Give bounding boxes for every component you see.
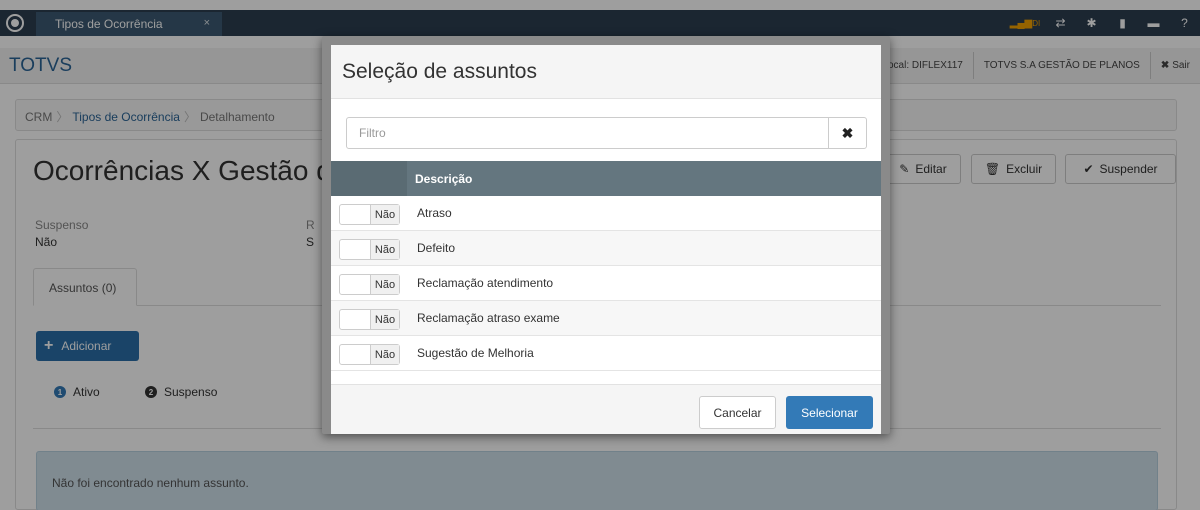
select-button[interactable]: Selecionar [786,396,873,429]
description-column-header[interactable]: Descrição [415,172,472,186]
select-toggle[interactable]: Não [339,274,400,295]
select-toggle[interactable]: Não [339,204,400,225]
clear-filter-icon[interactable]: ✖ [828,118,866,148]
cancel-button[interactable]: Cancelar [699,396,776,429]
subject-selection-modal: Seleção de assuntos ✖ Descrição Não Atra… [322,36,890,434]
grid-row[interactable]: Não Reclamação atendimento [331,266,881,301]
toggle-label: Não [370,205,399,224]
row-description: Atraso [417,206,452,220]
toggle-label: Não [370,345,399,364]
filter-box: ✖ [346,117,867,149]
grid-row[interactable]: Não Atraso [331,196,881,231]
toggle-column-header [331,161,407,196]
select-toggle[interactable]: Não [339,309,400,330]
select-toggle[interactable]: Não [339,344,400,365]
toggle-label: Não [370,275,399,294]
grid-row[interactable]: Não Defeito [331,231,881,266]
grid-row[interactable]: Não Sugestão de Melhoria [331,336,881,371]
row-description: Sugestão de Melhoria [417,346,534,360]
row-description: Reclamação atendimento [417,276,554,290]
filter-input[interactable] [347,118,829,148]
row-description: Defeito [417,241,456,255]
modal-footer: Cancelar Selecionar [331,384,881,434]
modal-title: Seleção de assuntos [331,45,881,99]
toggle-label: Não [370,310,399,329]
row-description: Reclamação atraso exame [417,311,560,325]
grid-header: Descrição [331,161,881,196]
select-toggle[interactable]: Não [339,239,400,260]
toggle-label: Não [370,240,399,259]
grid-row[interactable]: Não Reclamação atraso exame [331,301,881,336]
